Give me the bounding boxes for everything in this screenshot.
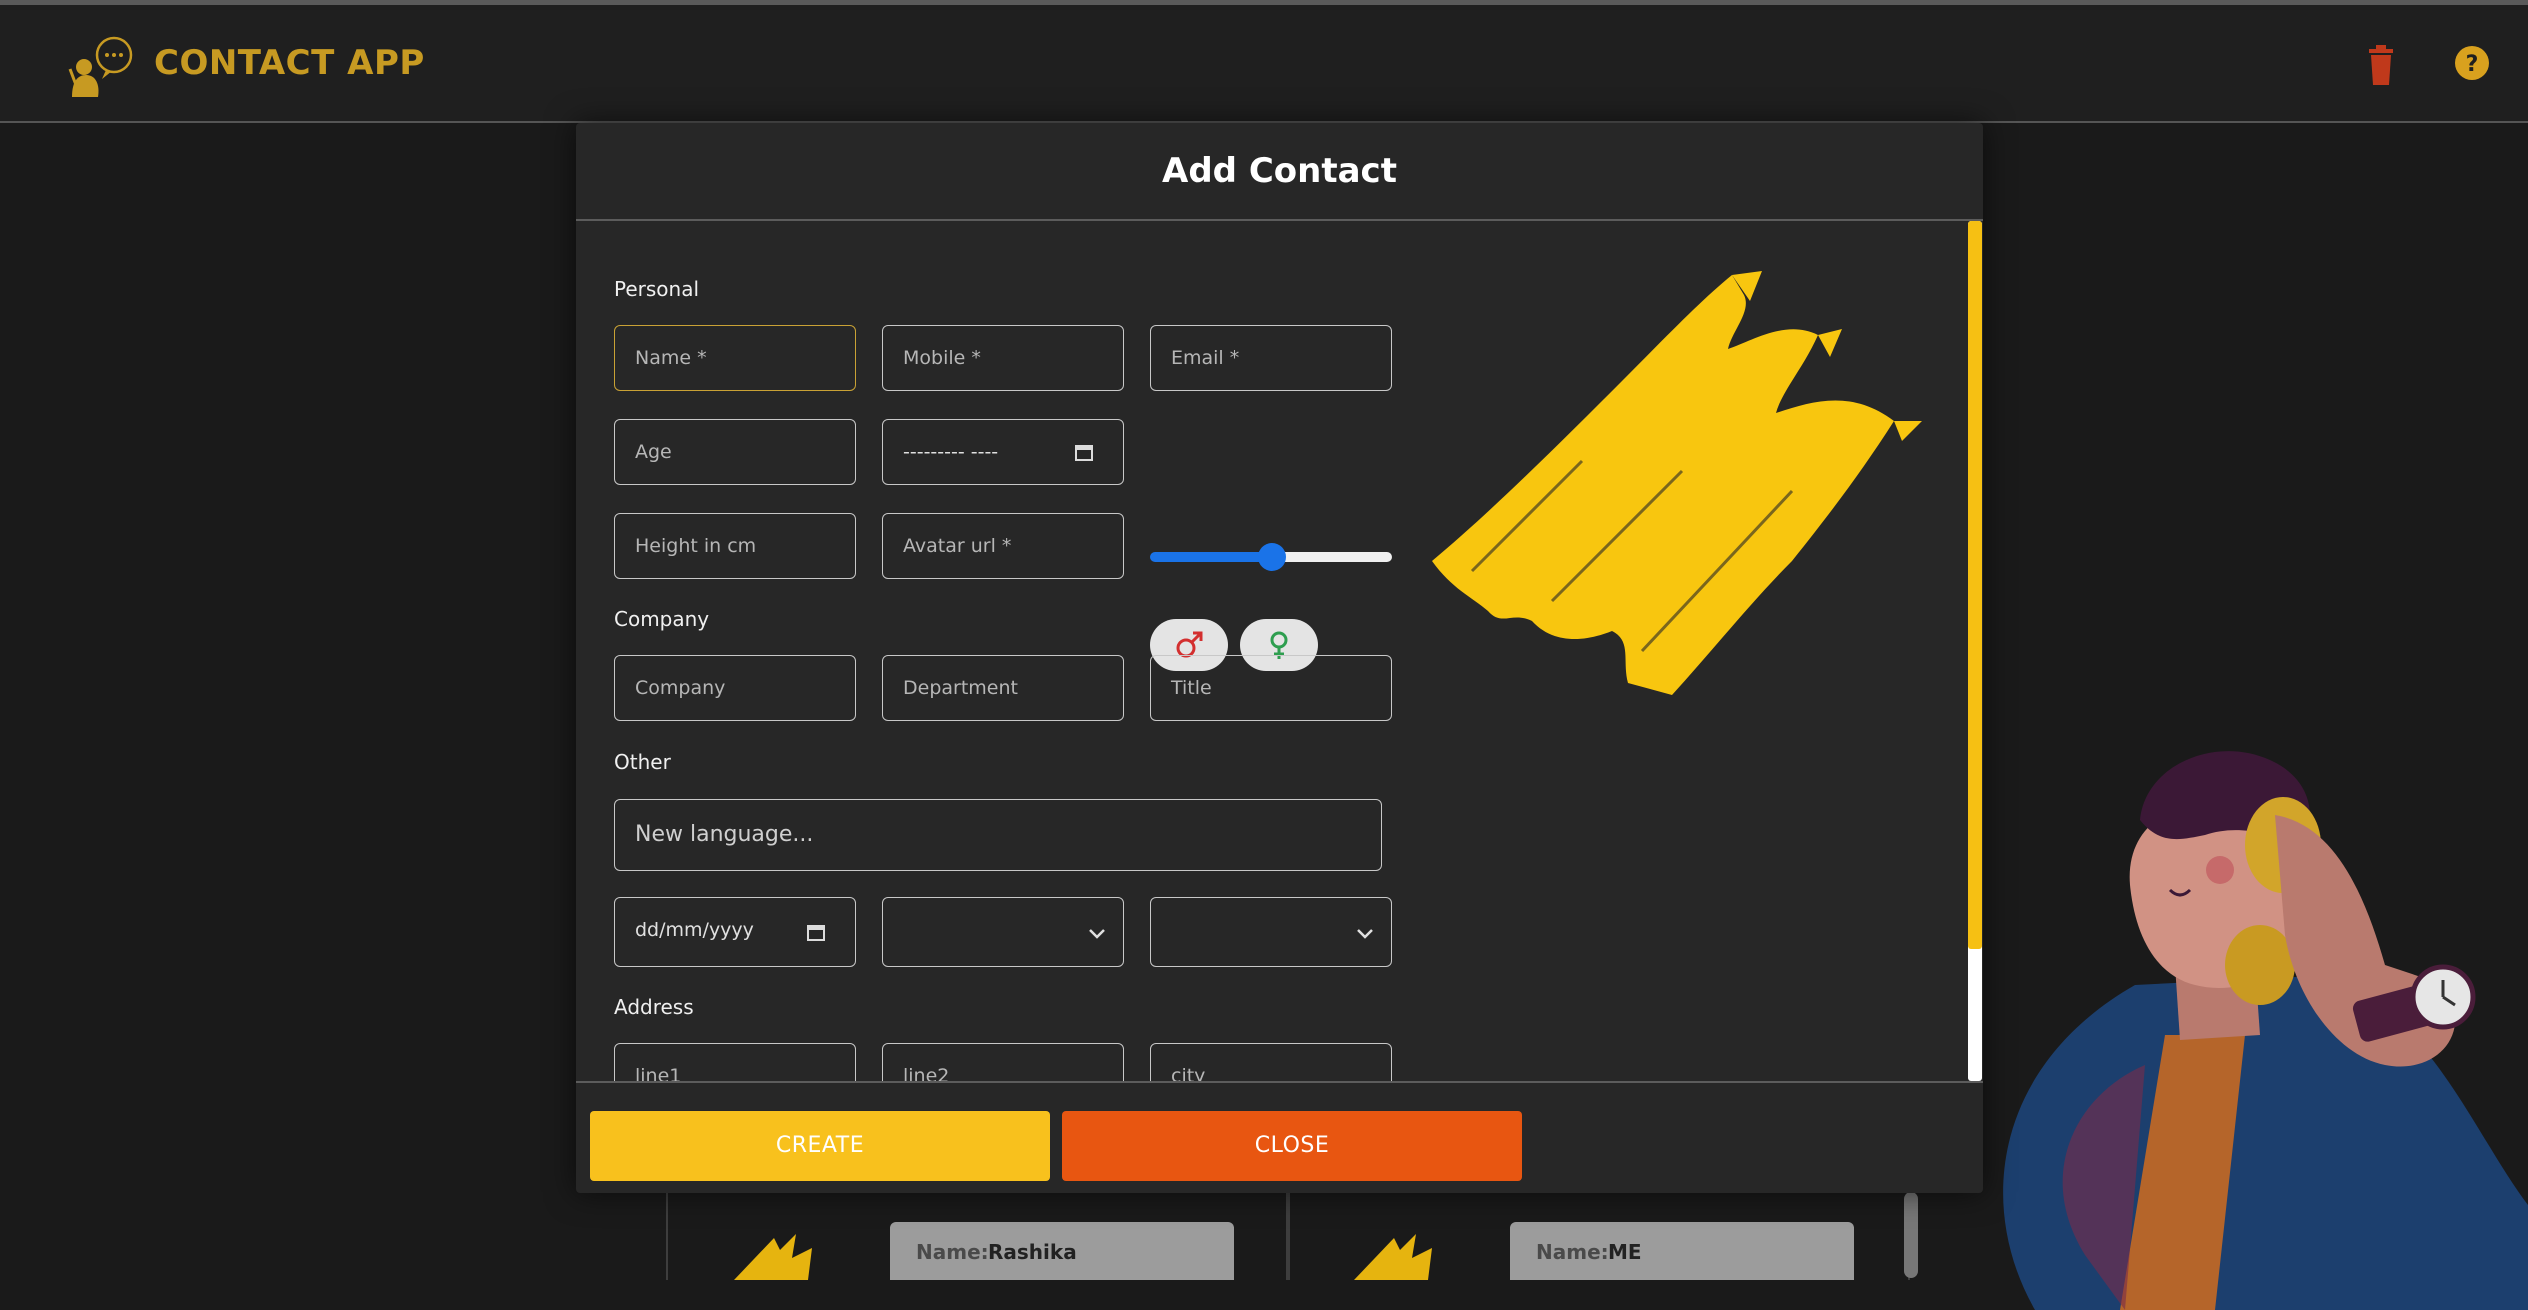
app-title: CONTACT APP <box>154 43 425 83</box>
address-line1-field[interactable]: line1 <box>614 1043 856 1081</box>
calendar-icon[interactable] <box>807 923 825 941</box>
name-placeholder: Name * <box>635 347 707 369</box>
month-picker-field[interactable]: --------- ---- <box>882 419 1124 485</box>
dialog-header: Add Contact <box>576 123 1983 221</box>
email-placeholder: Email * <box>1171 347 1240 369</box>
date-field[interactable]: dd/mm/yyyy <box>614 897 856 967</box>
dialog-title: Add Contact <box>1162 151 1397 191</box>
city-field[interactable]: city <box>1150 1043 1392 1081</box>
month-picker-value: --------- ---- <box>903 441 999 463</box>
line2-placeholder: line2 <box>903 1065 950 1081</box>
line1-placeholder: line1 <box>635 1065 682 1081</box>
person-on-phone-illustration <box>2003 751 2528 1310</box>
title-placeholder: Title <box>1171 677 1212 699</box>
select-dropdown-1[interactable] <box>882 897 1124 967</box>
contact-card[interactable]: Name: ME <box>1286 1190 1910 1280</box>
new-language-placeholder: New language... <box>635 822 814 847</box>
card-name-value: ME <box>1608 1240 1642 1264</box>
card-name-value: Rashika <box>988 1240 1077 1264</box>
company-placeholder: Company <box>635 677 726 699</box>
calendar-icon[interactable] <box>1075 443 1093 461</box>
dialog-scrollbar-thumb[interactable] <box>1968 221 1982 949</box>
avatar-preview-brush-stroke <box>1432 271 1922 695</box>
department-placeholder: Department <box>903 677 1018 699</box>
card-name-label: Name: <box>916 1240 989 1264</box>
avatar-url-placeholder: Avatar url * <box>903 535 1012 557</box>
section-other-label: Other <box>614 750 671 774</box>
select-dropdown-2[interactable] <box>1150 897 1392 967</box>
dialog-footer: CREATE CLOSE <box>576 1081 1983 1195</box>
create-button[interactable]: CREATE <box>590 1111 1050 1181</box>
department-field[interactable]: Department <box>882 655 1124 721</box>
name-field[interactable]: Name * <box>614 325 856 391</box>
slider-thumb[interactable] <box>1258 543 1286 571</box>
contact-card[interactable]: Name: Rashika <box>666 1190 1290 1280</box>
section-address-label: Address <box>614 995 694 1019</box>
card-name-box: Name: Rashika <box>890 1222 1234 1280</box>
help-circle-icon[interactable]: ? <box>2454 45 2490 81</box>
svg-text:?: ? <box>2466 52 2479 77</box>
age-placeholder: Age <box>635 441 672 463</box>
range-slider[interactable] <box>1150 543 1392 571</box>
mobile-field[interactable]: Mobile * <box>882 325 1124 391</box>
address-line2-field[interactable]: line2 <box>882 1043 1124 1081</box>
date-value: dd/mm/yyyy <box>635 919 754 941</box>
chevron-down-icon <box>1357 929 1373 939</box>
slider-track-empty <box>1272 552 1392 562</box>
age-field[interactable]: Age <box>614 419 856 485</box>
paint-splash-thumbnail <box>734 1234 812 1280</box>
close-button[interactable]: CLOSE <box>1062 1111 1522 1181</box>
chevron-down-icon <box>1089 929 1105 939</box>
email-field[interactable]: Email * <box>1150 325 1392 391</box>
dialog-body: Personal Name * Mobile * Email * Age ---… <box>576 221 1983 1081</box>
city-placeholder: city <box>1171 1065 1206 1081</box>
title-field[interactable]: Title <box>1150 655 1392 721</box>
mobile-placeholder: Mobile * <box>903 347 981 369</box>
avatar-url-field[interactable]: Avatar url * <box>882 513 1124 579</box>
add-contact-dialog: Add Contact Personal Name * Mobile * Ema… <box>576 123 1983 1193</box>
card-name-box: Name: ME <box>1510 1222 1854 1280</box>
company-field[interactable]: Company <box>614 655 856 721</box>
paint-splash-thumbnail <box>1354 1234 1432 1280</box>
card-name-label: Name: <box>1536 1240 1609 1264</box>
app-bar: CONTACT APP ? <box>0 5 2528 123</box>
section-company-label: Company <box>614 607 710 631</box>
dialog-scrollbar[interactable] <box>1968 221 1982 1081</box>
section-personal-label: Personal <box>614 277 700 301</box>
slider-track-filled <box>1150 552 1272 562</box>
new-language-field[interactable]: New language... <box>614 799 1382 871</box>
height-field[interactable]: Height in cm <box>614 513 856 579</box>
person-speech-bubble-icon <box>68 36 133 97</box>
height-placeholder: Height in cm <box>635 535 757 557</box>
trash-icon[interactable] <box>2363 45 2399 85</box>
